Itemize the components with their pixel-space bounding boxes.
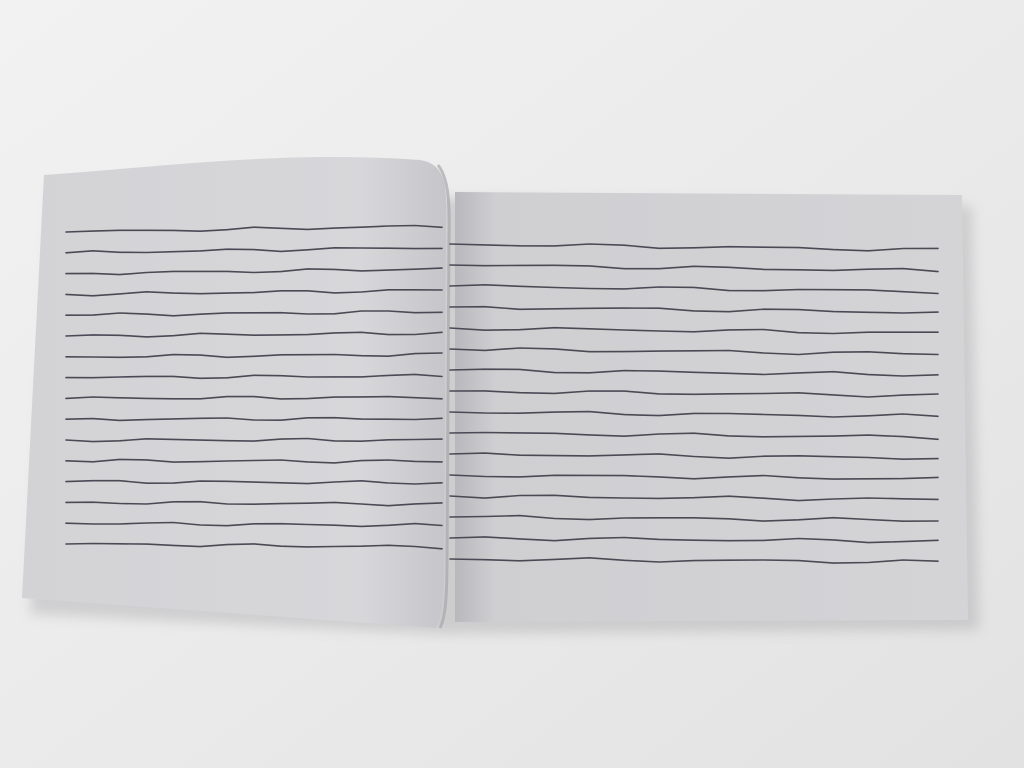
photo-scene bbox=[0, 0, 1024, 768]
right-page bbox=[455, 192, 968, 622]
left-page bbox=[22, 157, 446, 629]
open-booklet-photo bbox=[0, 0, 1024, 768]
